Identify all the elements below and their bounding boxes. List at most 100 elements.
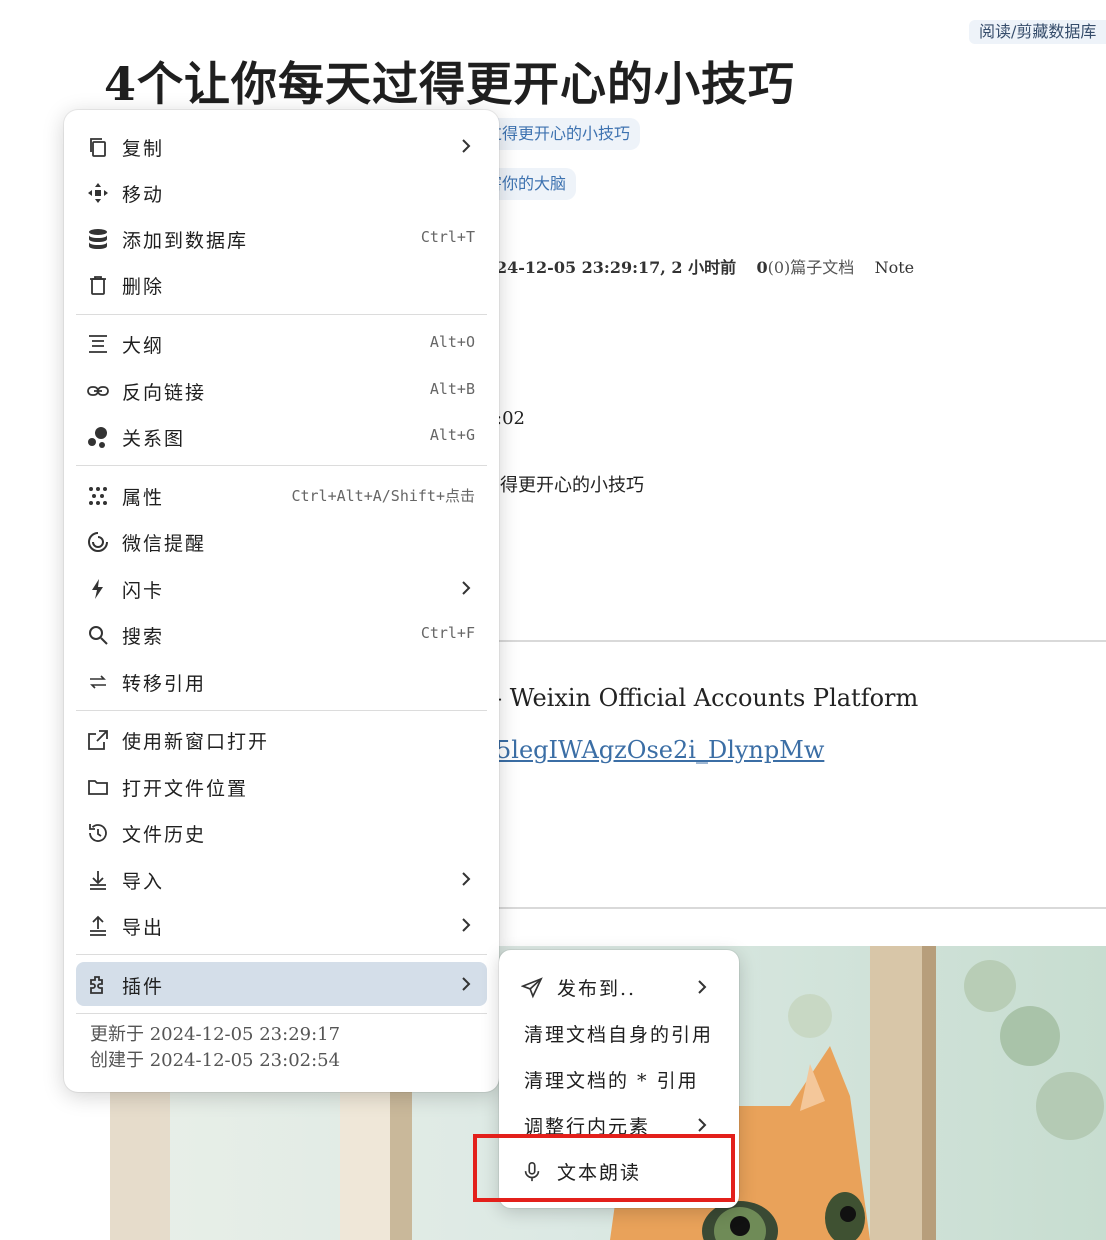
chevron-right-icon xyxy=(695,978,709,996)
meta-type: Note xyxy=(874,258,915,277)
context-menu: 复制 移动 添加到数据库 Ctrl+T 删除 大纲 Alt+O 反向链接 Alt… xyxy=(64,110,499,1092)
ref-chip-1[interactable]: 过得更开心的小技巧 xyxy=(486,118,641,150)
transfer-icon xyxy=(86,670,110,694)
menu-item-copy[interactable]: 复制 xyxy=(76,124,487,168)
menu-item-wechat-reminder-label: 微信提醒 xyxy=(122,533,207,555)
menu-item-open-new-window-label: 使用新窗口打开 xyxy=(122,731,270,753)
menu-separator xyxy=(76,954,487,955)
menu-item-open-file-location[interactable]: 打开文件位置 xyxy=(76,764,487,808)
open-new-window-icon xyxy=(86,728,110,752)
menu-item-copy-label: 复制 xyxy=(122,138,165,160)
menu-item-transfer-refs[interactable]: 转移引用 xyxy=(76,659,487,703)
database-icon xyxy=(86,227,110,251)
menu-item-add-to-database-label: 添加到数据库 xyxy=(122,230,249,252)
shortcut-label: Ctrl+Alt+A/Shift+点击 xyxy=(291,487,475,505)
database-tag[interactable]: 阅读/剪藏数据库 xyxy=(969,20,1106,44)
menu-footer: 更新于 2024-12-05 23:29:17 创建于 2024-12-05 2… xyxy=(90,1022,340,1074)
send-icon xyxy=(521,977,543,999)
shortcut-label: Ctrl+T xyxy=(420,228,475,246)
graph-icon xyxy=(86,425,110,449)
ref-chip-2[interactable]: 害你的大脑 xyxy=(486,168,577,200)
footer-updated: 更新于 2024-12-05 23:29:17 xyxy=(90,1024,341,1045)
submenu-item-clean-self-refs[interactable]: 清理文档自身的引用 xyxy=(507,1012,731,1054)
source-text: - Weixin Official Accounts Platform xyxy=(494,684,919,712)
trash-icon xyxy=(86,273,110,297)
divider xyxy=(496,640,1106,642)
content-title-line: 得更开心的小技巧 xyxy=(500,475,644,496)
divider xyxy=(496,907,1106,909)
menu-separator xyxy=(76,1013,487,1014)
submenu-item-clean-self-refs-label: 清理文档自身的引用 xyxy=(524,1024,714,1046)
menu-item-move[interactable]: 移动 xyxy=(76,170,487,214)
menu-item-plugin-label: 插件 xyxy=(122,976,165,998)
plugin-icon xyxy=(86,973,110,997)
chevron-right-icon xyxy=(459,137,473,155)
submenu-item-publish-label: 发布到.. xyxy=(557,978,637,1000)
submenu-item-publish[interactable]: 发布到.. xyxy=(507,966,731,1008)
menu-item-file-history[interactable]: 文件历史 xyxy=(76,810,487,854)
wechat-reminder-icon xyxy=(86,530,110,554)
footer-created: 创建于 2024-12-05 23:02:54 xyxy=(90,1050,341,1071)
menu-item-import-label: 导入 xyxy=(122,871,165,893)
menu-item-wechat-reminder[interactable]: 微信提醒 xyxy=(76,519,487,563)
content-time: :02 xyxy=(496,408,525,429)
meta-count-suffix: (0)篇子文档 xyxy=(767,258,855,277)
chevron-right-icon xyxy=(695,1116,709,1134)
shortcut-label: Alt+B xyxy=(429,380,475,398)
shortcut-label: Alt+O xyxy=(429,333,475,351)
highlight-annotation xyxy=(473,1134,735,1202)
shortcut-label: Ctrl+F xyxy=(420,624,475,642)
menu-item-export[interactable]: 导出 xyxy=(76,903,487,947)
menu-item-graph-label: 关系图 xyxy=(122,428,186,450)
shortcut-label: Alt+G xyxy=(429,426,475,444)
menu-item-flashcard-label: 闪卡 xyxy=(122,580,165,602)
menu-item-open-new-window[interactable]: 使用新窗口打开 xyxy=(76,717,487,761)
chevron-right-icon xyxy=(459,916,473,934)
menu-item-attributes-label: 属性 xyxy=(122,487,165,509)
menu-item-outline[interactable]: 大纲 Alt+O xyxy=(76,321,487,365)
import-icon xyxy=(86,868,110,892)
menu-item-graph[interactable]: 关系图 Alt+G xyxy=(76,414,487,458)
submenu-item-clean-refs-label: 清理文档的 * 引用 xyxy=(524,1070,699,1092)
meta-updated: 24-12-05 23:29:17, 2 小时前 xyxy=(496,258,737,277)
menu-item-delete[interactable]: 删除 xyxy=(76,262,487,306)
menu-item-open-file-location-label: 打开文件位置 xyxy=(122,778,249,800)
source-link[interactable]: 5legIWAgzOse2i_DlynpMw xyxy=(496,736,824,764)
menu-separator xyxy=(76,314,487,315)
page-title: 4个让你每天过得更开心的小技巧 xyxy=(104,57,796,111)
menu-item-add-to-database[interactable]: 添加到数据库 Ctrl+T xyxy=(76,216,487,260)
menu-item-transfer-refs-label: 转移引用 xyxy=(122,673,207,695)
menu-item-delete-label: 删除 xyxy=(122,276,165,298)
menu-item-import[interactable]: 导入 xyxy=(76,857,487,901)
menu-item-backlinks-label: 反向链接 xyxy=(122,382,207,404)
menu-item-outline-label: 大纲 xyxy=(122,335,165,357)
menu-item-move-label: 移动 xyxy=(122,184,165,206)
doc-meta: 24-12-05 23:29:17, 2 小时前 0(0)篇子文档 Note xyxy=(496,254,914,278)
menu-item-attributes[interactable]: 属性 Ctrl+Alt+A/Shift+点击 xyxy=(76,473,487,517)
chevron-right-icon xyxy=(459,579,473,597)
move-icon xyxy=(86,181,110,205)
menu-item-plugin[interactable]: 插件 xyxy=(76,962,487,1006)
attributes-icon xyxy=(86,484,110,508)
copy-icon xyxy=(86,135,110,159)
search-icon xyxy=(86,623,110,647)
chevron-right-icon xyxy=(459,870,473,888)
menu-item-export-label: 导出 xyxy=(122,917,165,939)
export-icon xyxy=(86,914,110,938)
menu-item-flashcard[interactable]: 闪卡 xyxy=(76,566,487,610)
link-icon xyxy=(86,379,110,403)
menu-separator xyxy=(76,465,487,466)
flashcard-icon xyxy=(86,577,110,601)
meta-count: 0 xyxy=(756,258,768,277)
outline-icon xyxy=(86,332,110,356)
menu-item-search[interactable]: 搜索 Ctrl+F xyxy=(76,612,487,656)
ref-chip-1-label: 过得更开心的小技巧 xyxy=(486,124,631,143)
menu-item-file-history-label: 文件历史 xyxy=(122,824,207,846)
submenu-item-clean-refs[interactable]: 清理文档的 * 引用 xyxy=(507,1058,731,1100)
menu-separator xyxy=(76,710,487,711)
menu-item-search-label: 搜索 xyxy=(122,626,165,648)
menu-item-backlinks[interactable]: 反向链接 Alt+B xyxy=(76,368,487,412)
chevron-right-icon xyxy=(459,975,473,993)
folder-icon xyxy=(86,775,110,799)
history-icon xyxy=(86,821,110,845)
